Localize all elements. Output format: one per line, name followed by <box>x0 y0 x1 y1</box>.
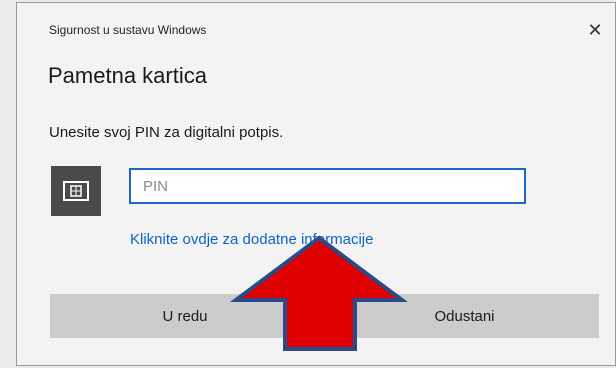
title-bar: Sigurnost u sustavu Windows ✕ <box>17 3 615 43</box>
close-button[interactable]: ✕ <box>575 15 615 45</box>
pin-input[interactable] <box>129 168 526 204</box>
more-info-link[interactable]: Kliknite ovdje za dodatne informacije <box>130 231 373 248</box>
ok-button[interactable]: U redu <box>50 294 320 338</box>
ok-button-label: U redu <box>162 307 208 325</box>
pin-prompt: Unesite svoj PIN za digitalni potpis. <box>49 124 284 141</box>
smart-card-icon <box>51 166 101 216</box>
window-title: Sigurnost u sustavu Windows <box>49 23 207 37</box>
windows-security-dialog: Sigurnost u sustavu Windows ✕ Pametna ka… <box>16 2 616 366</box>
cancel-button-label: Odustani <box>434 307 495 325</box>
cancel-button[interactable]: Odustani <box>330 294 599 338</box>
close-icon: ✕ <box>587 19 603 40</box>
dialog-heading: Pametna kartica <box>48 63 207 88</box>
